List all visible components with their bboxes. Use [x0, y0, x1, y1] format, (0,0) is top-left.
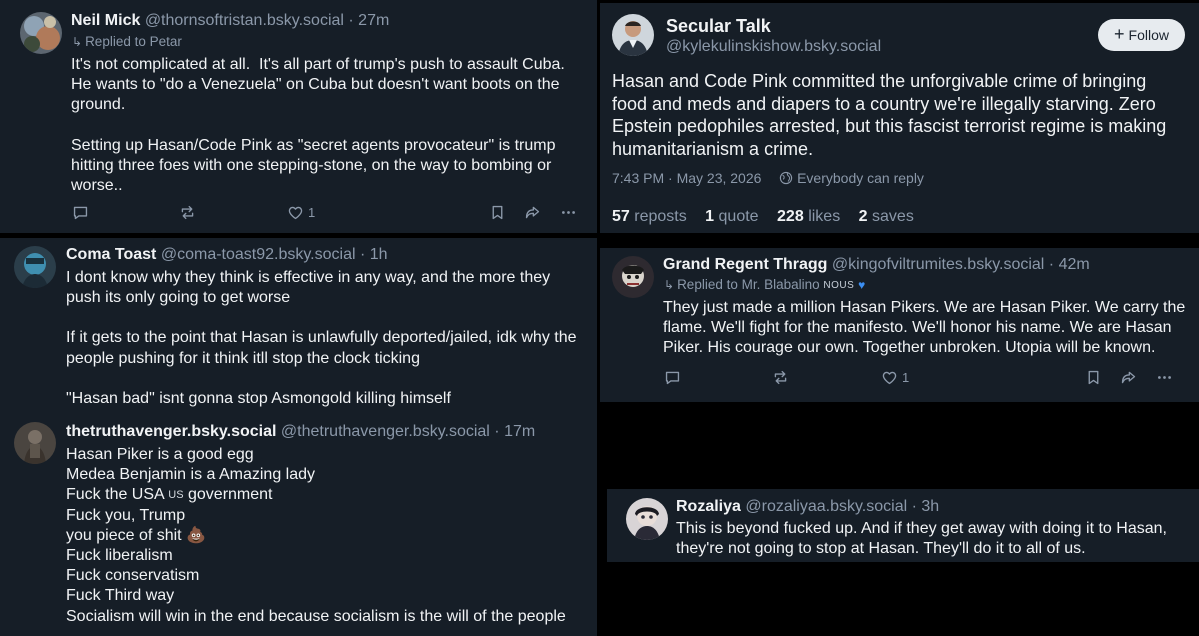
bookmark-icon: [1088, 370, 1099, 385]
like-button[interactable]: 1: [881, 369, 909, 386]
author-name[interactable]: Rozaliya: [676, 498, 741, 515]
share-icon: [525, 206, 540, 219]
author-name[interactable]: Secular Talk: [666, 16, 771, 36]
author-handle[interactable]: @thetruthavenger.bsky.social · 17m: [281, 423, 535, 440]
post-text: Hasan and Code Pink committed the unforg…: [612, 71, 1167, 159]
reply-icon: [73, 206, 88, 220]
quotes-count[interactable]: 1: [705, 208, 714, 225]
post-rozaliya[interactable]: Rozaliya @rozaliyaa.bsky.social · 3h Thi…: [607, 489, 1199, 562]
author-name[interactable]: Coma Toast: [66, 246, 156, 263]
repost-icon: [774, 370, 787, 385]
author-handle[interactable]: @kylekulinskishow.bsky.social: [666, 38, 881, 56]
author-name[interactable]: Neil Mick: [71, 12, 140, 29]
us-flag-emoji: US: [168, 489, 184, 502]
avatar[interactable]: [14, 246, 56, 288]
post-text: I dont know why they think is effective …: [66, 269, 577, 407]
repost-icon: [181, 205, 194, 220]
blue-heart-icon: ♥: [858, 278, 866, 292]
like-count: 1: [308, 205, 316, 220]
reply-button[interactable]: [664, 369, 681, 386]
like-count: 1: [902, 370, 910, 385]
post-coma-toast[interactable]: Coma Toast @coma-toast92.bsky.social · 1…: [0, 238, 597, 636]
globe-icon: [780, 171, 793, 185]
more-button[interactable]: [560, 204, 577, 221]
follow-button[interactable]: + Follow: [1098, 19, 1185, 51]
poop-emoji: 💩: [186, 526, 206, 544]
share-button[interactable]: [1120, 369, 1137, 386]
saves-count[interactable]: 2: [859, 208, 868, 225]
share-icon: [1121, 371, 1136, 384]
nous-badge: NOUS: [823, 280, 855, 291]
bookmark-button[interactable]: [1085, 369, 1102, 386]
engagement-stats: 57 reposts 1 quote 228 likes 2 saves: [612, 208, 914, 225]
avatar[interactable]: [612, 14, 654, 56]
author-name[interactable]: thetruthavenger.bsky.social: [66, 423, 276, 440]
share-button[interactable]: [524, 204, 541, 221]
avatar[interactable]: [14, 422, 56, 464]
author-handle[interactable]: @rozaliyaa.bsky.social · 3h: [745, 498, 939, 515]
author-handle[interactable]: @kingofviltrumites.bsky.social · 42m: [832, 256, 1090, 273]
likes-count[interactable]: 228: [777, 208, 804, 225]
post-text: It's not complicated at all. It's all pa…: [71, 56, 565, 195]
reply-button[interactable]: [72, 204, 89, 221]
more-button[interactable]: [1156, 369, 1173, 386]
repost-button[interactable]: [772, 369, 789, 386]
author-name[interactable]: Grand Regent Thragg: [663, 256, 827, 273]
reply-setting[interactable]: Everybody can reply: [797, 170, 924, 186]
more-icon: [1158, 376, 1171, 379]
reply-icon: [665, 371, 680, 385]
post-text: They just made a million Hasan Pikers. W…: [663, 299, 1186, 357]
bookmark-icon: [492, 205, 503, 220]
more-icon: [562, 211, 575, 214]
author-handle[interactable]: @thornsoftristan.bsky.social · 27m: [145, 12, 389, 29]
like-icon: [882, 371, 897, 385]
bookmark-button[interactable]: [489, 204, 506, 221]
reply-arrow-icon: ↳: [664, 278, 675, 292]
avatar[interactable]: [20, 12, 62, 54]
post-timestamp[interactable]: 7:43 PM · May 23, 2026: [612, 170, 761, 186]
avatar[interactable]: [612, 256, 654, 298]
post-neil-mick[interactable]: Neil Mick @thornsoftristan.bsky.social ·…: [0, 0, 597, 233]
reposts-count[interactable]: 57: [612, 208, 630, 225]
reply-arrow-icon: ↳: [72, 35, 83, 49]
avatar[interactable]: [626, 498, 668, 540]
replied-to[interactable]: Replied to Mr. Blabalino: [677, 277, 820, 292]
like-button[interactable]: 1: [287, 204, 315, 221]
post-text: This is beyond fucked up. And if they ge…: [676, 520, 1167, 558]
repost-button[interactable]: [179, 204, 196, 221]
author-handle[interactable]: @coma-toast92.bsky.social · 1h: [161, 246, 388, 263]
replied-to[interactable]: Replied to Petar: [85, 34, 182, 49]
plus-icon: +: [1114, 24, 1125, 44]
post-text: Hasan Piker is a good egg Medea Benjamin…: [66, 446, 566, 625]
like-icon: [288, 206, 303, 220]
